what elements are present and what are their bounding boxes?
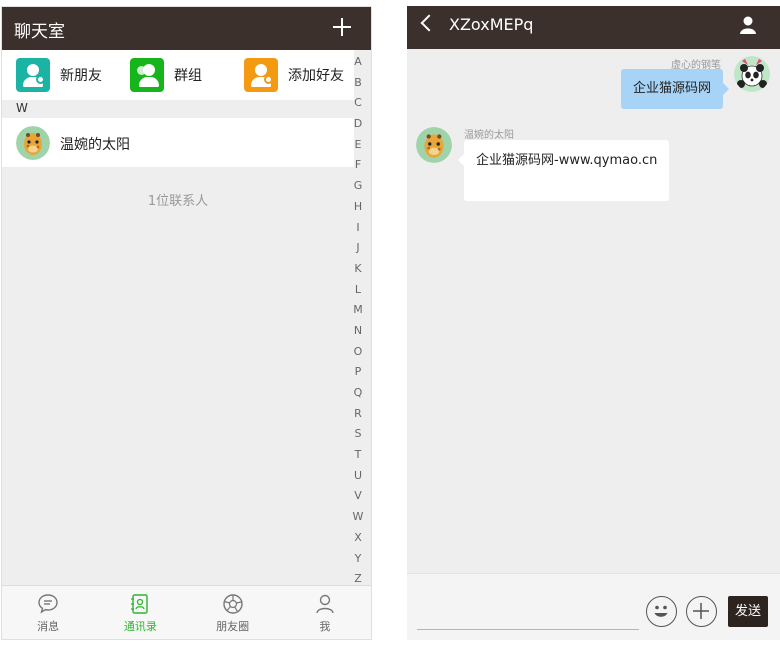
- index-letter[interactable]: E: [349, 135, 367, 156]
- giraffe-avatar: [16, 126, 50, 160]
- plus-icon[interactable]: [333, 18, 351, 36]
- index-letter[interactable]: J: [349, 238, 367, 259]
- tab-me-label: 我: [319, 620, 331, 633]
- new-friend-label: 新朋友: [60, 68, 102, 84]
- message-sender-name: 温婉的太阳: [464, 130, 514, 141]
- index-letter[interactable]: U: [349, 466, 367, 487]
- index-letter[interactable]: V: [349, 486, 367, 507]
- chat-header: XZoxMEPq: [407, 6, 780, 49]
- message-input[interactable]: [417, 606, 639, 630]
- index-letter[interactable]: X: [349, 528, 367, 549]
- contact-item[interactable]: 温婉的太阳: [2, 118, 354, 167]
- add-friend-label: 添加好友: [288, 68, 344, 84]
- contacts-screen: 聊天室 新朋友 群组 添加好友 W 温婉的太阳 1位联系人 A B C D E …: [1, 6, 372, 640]
- alphabet-index[interactable]: ABCDEFGHIJKLMNOPQRSTUVWXYZ: [349, 52, 367, 590]
- tab-contacts[interactable]: 通讯录: [94, 586, 186, 639]
- contacts-header: 聊天室: [2, 7, 371, 50]
- group-button[interactable]: 群组: [130, 58, 202, 92]
- tab-contacts-label: 通讯录: [123, 620, 157, 633]
- index-letter[interactable]: F: [349, 155, 367, 176]
- group-icon: [130, 58, 164, 92]
- index-letter[interactable]: L: [349, 280, 367, 301]
- index-letter[interactable]: B: [349, 73, 367, 94]
- index-letter[interactable]: H: [349, 197, 367, 218]
- me-icon: [316, 594, 334, 614]
- index-letter[interactable]: S: [349, 424, 367, 445]
- index-letter[interactable]: Y: [349, 549, 367, 570]
- index-letter[interactable]: P: [349, 362, 367, 383]
- bottom-tab-bar: 消息 通讯录 朋友圈 我: [2, 585, 371, 639]
- incoming-message: 企业猫源码网-www.qymao.cn: [457, 140, 670, 201]
- index-letter[interactable]: I: [349, 218, 367, 239]
- index-letter[interactable]: M: [349, 300, 367, 321]
- moments-icon: [222, 594, 243, 614]
- panda-avatar: [734, 56, 770, 92]
- group-label: 群组: [174, 68, 202, 84]
- index-letter[interactable]: W: [349, 507, 367, 528]
- index-letter[interactable]: A: [349, 52, 367, 73]
- plus-circle-icon[interactable]: [686, 596, 717, 627]
- add-friend-icon: [244, 58, 278, 92]
- chat-screen: XZoxMEPq 虚心的钢笔 企业猫源码网 温婉的太阳 企业猫源码网-www.q: [407, 6, 780, 640]
- contacts-icon: [131, 594, 149, 614]
- tab-messages-label: 消息: [37, 620, 60, 633]
- new-friend-icon: [16, 58, 50, 92]
- tab-moments-label: 朋友圈: [216, 620, 250, 633]
- tab-me[interactable]: 我: [279, 586, 371, 639]
- index-letter[interactable]: D: [349, 114, 367, 135]
- index-letter[interactable]: T: [349, 445, 367, 466]
- page-title: 聊天室: [14, 22, 65, 42]
- tab-moments[interactable]: 朋友圈: [187, 586, 279, 639]
- send-button[interactable]: 发送: [727, 596, 768, 627]
- index-letter[interactable]: G: [349, 176, 367, 197]
- contact-count: 1位联系人: [147, 194, 209, 209]
- message-icon: [38, 594, 58, 614]
- add-friend-button[interactable]: 添加好友: [244, 58, 344, 92]
- index-letter[interactable]: Q: [349, 383, 367, 404]
- contact-name: 温婉的太阳: [60, 137, 130, 153]
- index-letter[interactable]: C: [349, 93, 367, 114]
- chat-input-bar: 发送: [407, 573, 780, 640]
- back-arrow-icon[interactable]: [420, 14, 438, 32]
- user-icon[interactable]: [738, 15, 758, 35]
- chat-title: XZoxMEPq: [449, 15, 534, 34]
- emoji-icon[interactable]: [646, 596, 677, 627]
- tab-messages[interactable]: 消息: [2, 586, 94, 639]
- index-letter[interactable]: O: [349, 342, 367, 363]
- index-letter[interactable]: R: [349, 404, 367, 425]
- index-letter[interactable]: N: [349, 321, 367, 342]
- index-letter[interactable]: K: [349, 259, 367, 280]
- section-letter: W: [16, 101, 28, 115]
- new-friend-button[interactable]: 新朋友: [16, 58, 102, 92]
- quick-actions: 新朋友 群组 添加好友: [2, 50, 354, 100]
- outgoing-message: 企业猫源码网: [620, 69, 730, 109]
- giraffe-avatar: [416, 127, 452, 163]
